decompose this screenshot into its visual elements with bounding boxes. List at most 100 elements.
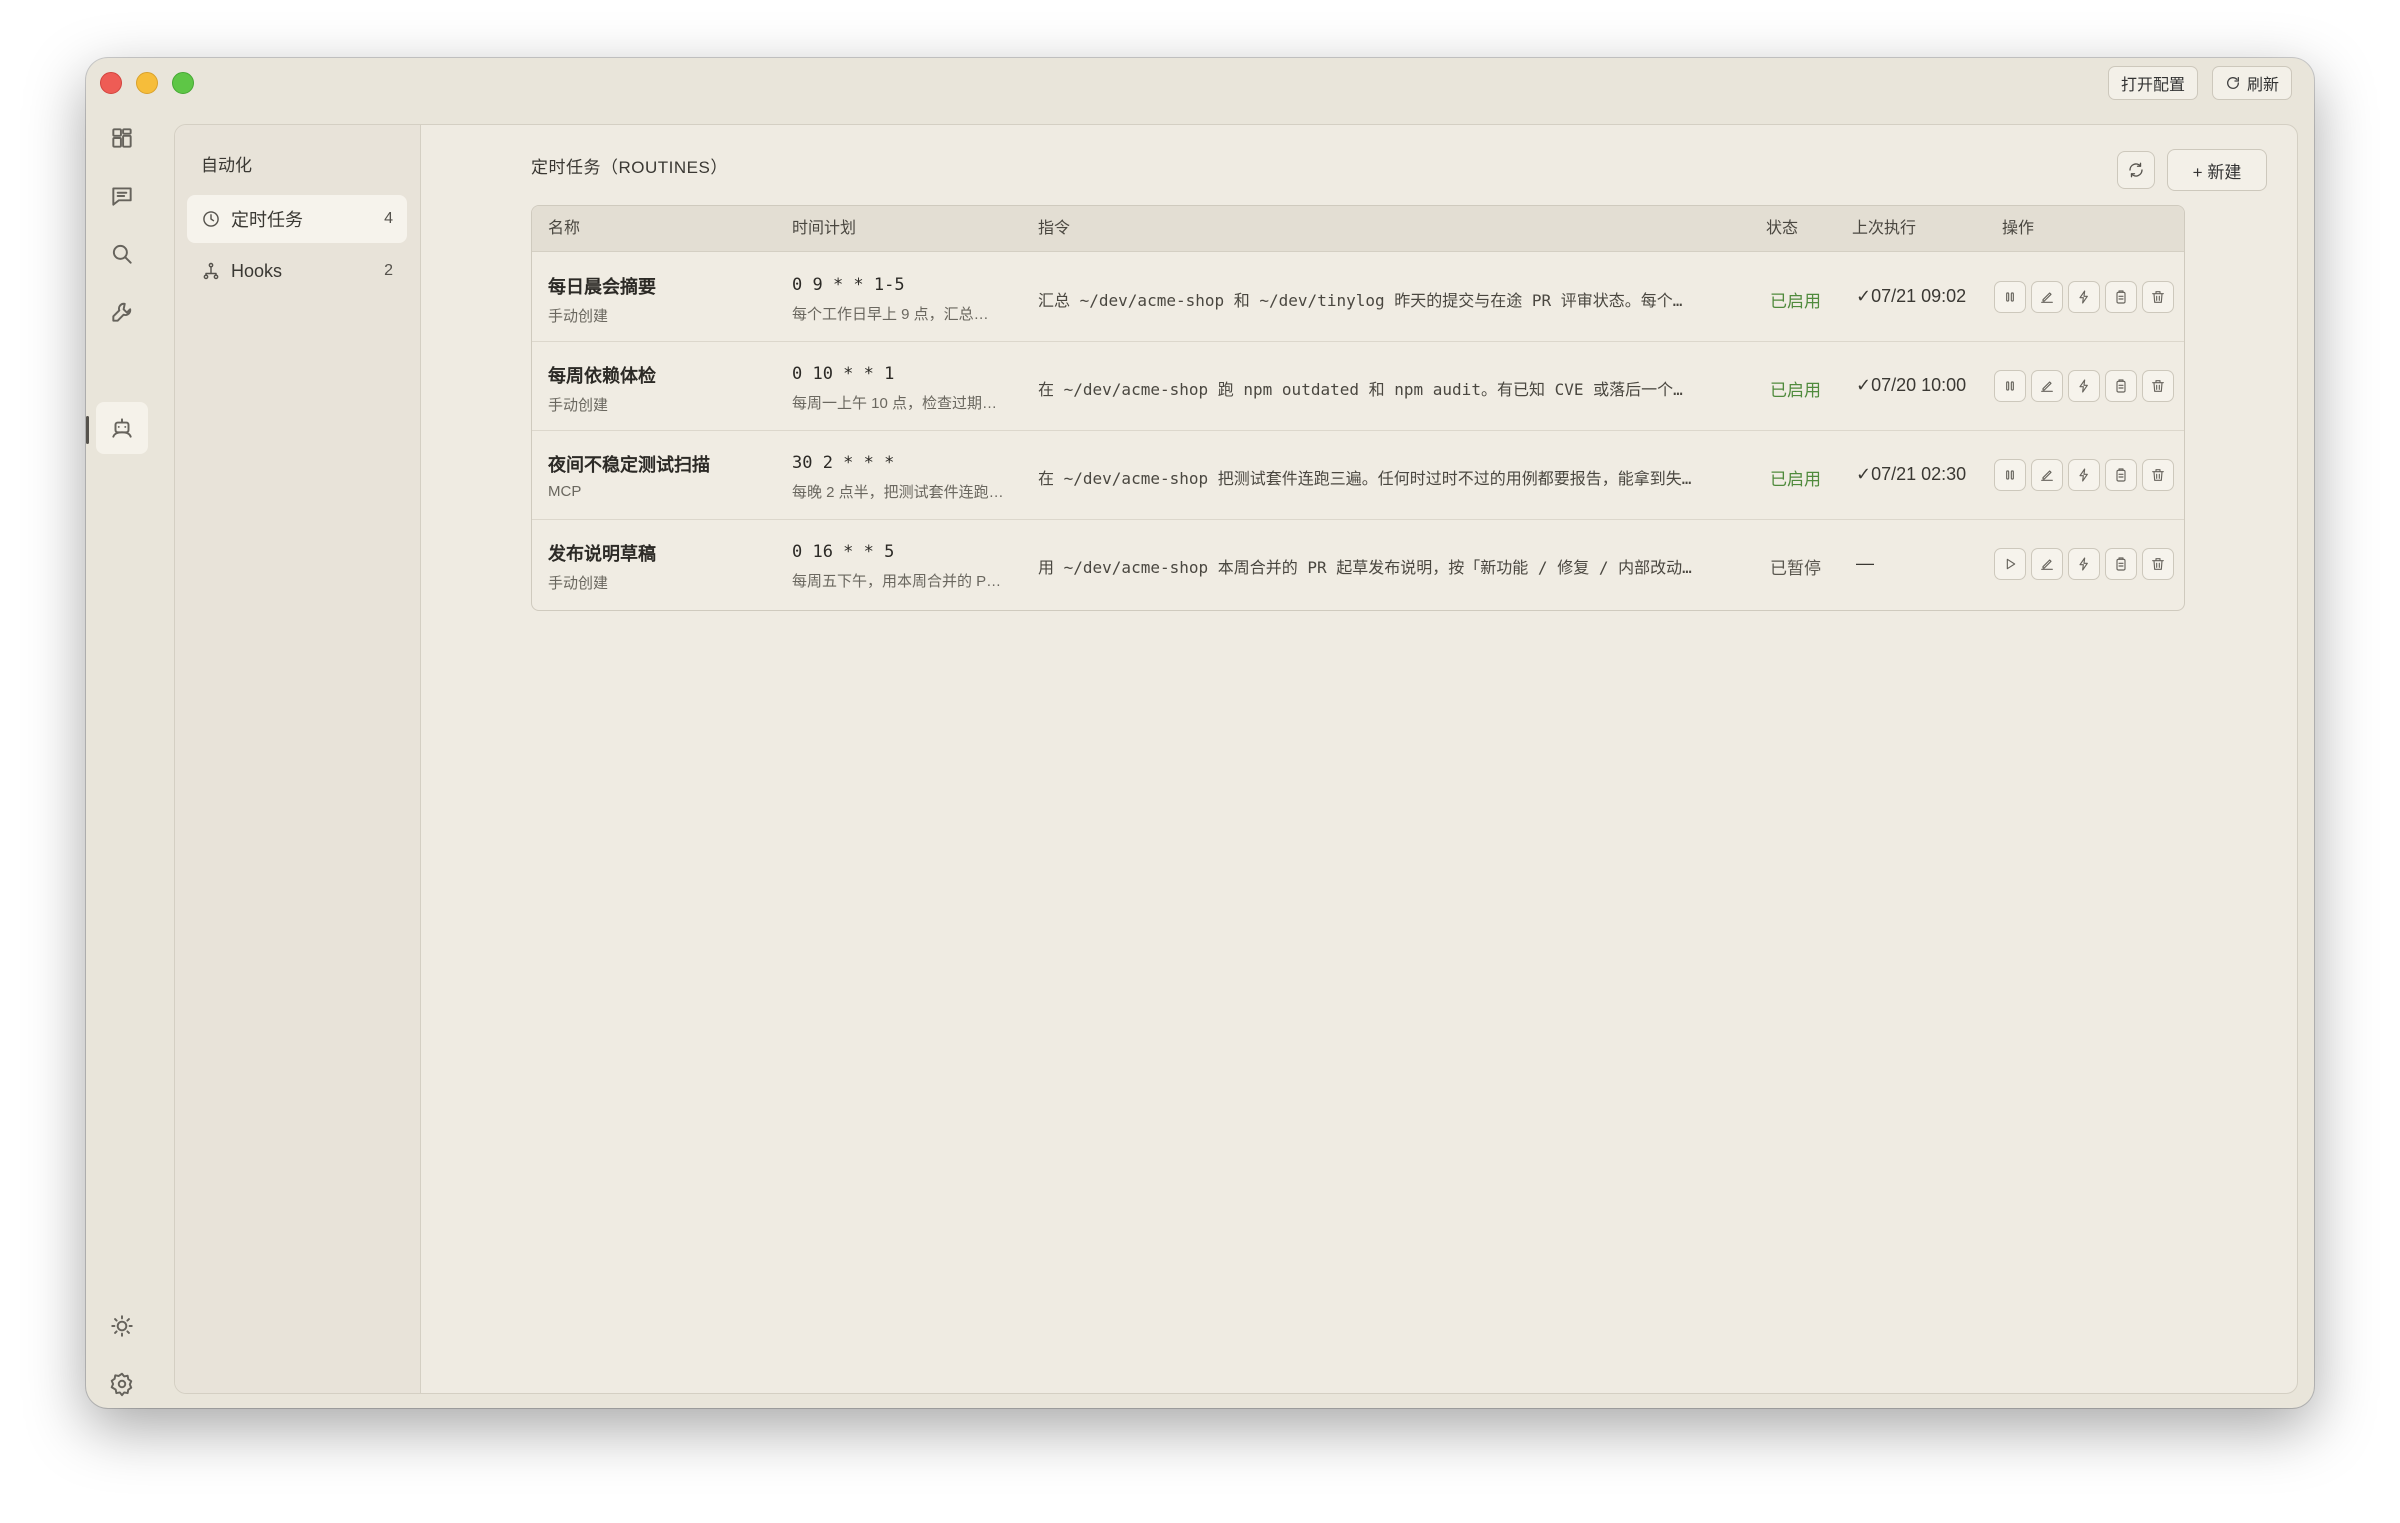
subnav-item-hooks[interactable]: Hooks 2 (187, 247, 407, 295)
row-actions (1994, 370, 2174, 402)
delete-button[interactable] (2142, 548, 2174, 580)
table-row[interactable]: 每日晨会摘要 手动创建 0 9 * * 1-5 每个工作日早上 9 点，汇总… … (532, 253, 2184, 342)
wrench-icon (112, 302, 132, 322)
trash-icon (2152, 380, 2164, 392)
routine-schedule-desc: 每个工作日早上 9 点，汇总… (792, 306, 989, 323)
routine-command: 在 ~/dev/acme-shop 跑 npm outdated 和 npm a… (1038, 380, 1683, 399)
edit-button[interactable] (2031, 281, 2063, 313)
table-row[interactable]: 夜间不稳定测试扫描 MCP 30 2 * * * 每晚 2 点半，把测试套件连跑… (532, 431, 2184, 520)
subnav-title: 自动化 (201, 156, 252, 175)
routine-cron: 0 10 * * 1 (792, 364, 895, 384)
open-config-button[interactable]: 打开配置 (2108, 66, 2199, 100)
refresh-button[interactable]: 刷新 (2212, 66, 2293, 100)
run-now-button[interactable] (2068, 281, 2100, 313)
column-header-status: 状态 (1766, 220, 1799, 237)
refresh-icon (2227, 77, 2239, 89)
bolt-icon (2079, 557, 2088, 571)
delete-button[interactable] (2142, 370, 2174, 402)
routine-cron: 0 9 * * 1-5 (792, 275, 905, 295)
table-row[interactable]: 发布说明草稿 手动创建 0 16 * * 5 每周五下午，用本周合并的 P… 用… (532, 520, 2184, 609)
subnav-item-count: 4 (384, 210, 393, 227)
dashboard-icon (112, 128, 132, 148)
routine-last-run: ✓07/20 10:00 (1856, 375, 1967, 395)
column-header-last-run: 上次执行 (1852, 220, 1917, 237)
status-badge: 已暂停 (1770, 559, 1821, 578)
resume-button[interactable] (1994, 548, 2026, 580)
run-now-button[interactable] (2068, 370, 2100, 402)
table-header: 名称 时间计划 指令 状态 上次执行 操作 (532, 206, 2184, 252)
copy-button[interactable] (2105, 370, 2137, 402)
close-window-button[interactable] (100, 72, 122, 94)
bolt-icon (2079, 290, 2088, 304)
gear-icon (110, 1372, 133, 1397)
new-routine-button[interactable]: + 新建 (2167, 149, 2267, 191)
pause-button[interactable] (1994, 370, 2026, 402)
delete-button[interactable] (2142, 459, 2174, 491)
icon-rail (86, 108, 158, 1408)
minimize-window-button[interactable] (136, 72, 158, 94)
edit-icon (2041, 292, 2053, 303)
rail-theme[interactable] (96, 1300, 148, 1352)
routine-name: 每日晨会摘要 (548, 277, 656, 297)
routine-source: 手动创建 (548, 397, 609, 414)
row-name-cell: 每日晨会摘要 手动创建 (548, 273, 656, 326)
rail-active-indicator (86, 416, 89, 444)
routine-last-run: — (1856, 553, 1874, 573)
status-badge: 已启用 (1770, 381, 1821, 400)
pause-icon (2006, 470, 2014, 480)
edit-button[interactable] (2031, 370, 2063, 402)
run-now-button[interactable] (2068, 548, 2100, 580)
pause-button[interactable] (1994, 281, 2026, 313)
routine-command: 在 ~/dev/acme-shop 把测试套件连跑三遍。任何时过时不过的用例都要… (1038, 469, 1692, 488)
zoom-window-button[interactable] (172, 72, 194, 94)
open-config-label: 打开配置 (2121, 77, 2186, 94)
row-schedule-cell: 0 10 * * 1 每周一上午 10 点，检查过期… (792, 364, 997, 413)
row-schedule-cell: 0 16 * * 5 每周五下午，用本周合并的 P… (792, 542, 1001, 591)
edit-icon (2041, 470, 2053, 481)
titlebar: 打开配置 刷新 (86, 58, 2314, 108)
reload-routines-button[interactable] (2117, 151, 2155, 189)
routine-source: MCP (548, 483, 582, 500)
routine-name: 发布说明草稿 (548, 544, 656, 564)
column-header-command: 指令 (1038, 220, 1071, 237)
column-header-name: 名称 (548, 220, 581, 237)
routine-cron: 0 16 * * 5 (792, 542, 895, 562)
routine-schedule-desc: 每周五下午，用本周合并的 P… (792, 573, 1002, 590)
run-now-button[interactable] (2068, 459, 2100, 491)
rail-tools[interactable] (96, 286, 148, 338)
copy-button[interactable] (2105, 459, 2137, 491)
chat-icon (112, 187, 132, 206)
row-actions (1994, 281, 2174, 313)
routine-source: 手动创建 (548, 575, 609, 592)
pause-button[interactable] (1994, 459, 2026, 491)
routine-cron: 30 2 * * * (792, 453, 895, 473)
rail-automation[interactable] (96, 402, 148, 454)
delete-button[interactable] (2142, 281, 2174, 313)
routine-name: 每周依赖体检 (548, 366, 656, 386)
main-panel: 自动化 定时任务 4 Hooks 2 定时任务（ROUTINES） + 新建 名… (174, 124, 2298, 1394)
rail-dashboard[interactable] (96, 112, 148, 164)
column-header-schedule: 时间计划 (792, 220, 857, 237)
robot-icon (112, 418, 132, 438)
clock-icon (203, 211, 219, 227)
routines-content: 定时任务（ROUTINES） + 新建 名称 时间计划 指令 状态 上次执行 操… (421, 125, 2297, 1393)
routine-last-run: ✓07/21 02:30 (1856, 464, 1967, 484)
routine-command: 用 ~/dev/acme-shop 本周合并的 PR 起草发布说明，按「新功能 … (1038, 558, 1692, 577)
routine-schedule-desc: 每晚 2 点半，把测试套件连跑… (792, 484, 1004, 501)
edit-icon (2041, 381, 2053, 392)
routine-command: 汇总 ~/dev/acme-shop 和 ~/dev/tinylog 昨天的提交… (1038, 291, 1683, 310)
table-row[interactable]: 每周依赖体检 手动创建 0 10 * * 1 每周一上午 10 点，检查过期… … (532, 342, 2184, 431)
edit-button[interactable] (2031, 459, 2063, 491)
copy-button[interactable] (2105, 281, 2137, 313)
subnav-item-routines[interactable]: 定时任务 4 (187, 195, 407, 243)
subnav-item-count: 2 (384, 262, 393, 279)
rail-search[interactable] (96, 228, 148, 280)
routine-schedule-desc: 每周一上午 10 点，检查过期… (792, 395, 998, 412)
subnav-item-label: 定时任务 (231, 210, 303, 230)
rail-chat[interactable] (96, 170, 148, 222)
copy-button[interactable] (2105, 548, 2137, 580)
branch-icon (203, 262, 219, 280)
rail-settings[interactable] (96, 1358, 148, 1408)
edit-button[interactable] (2031, 548, 2063, 580)
app-window: 打开配置 刷新 自动化 定时任务 4 Hooks 2 定时任务（ROUTINES… (86, 58, 2314, 1408)
